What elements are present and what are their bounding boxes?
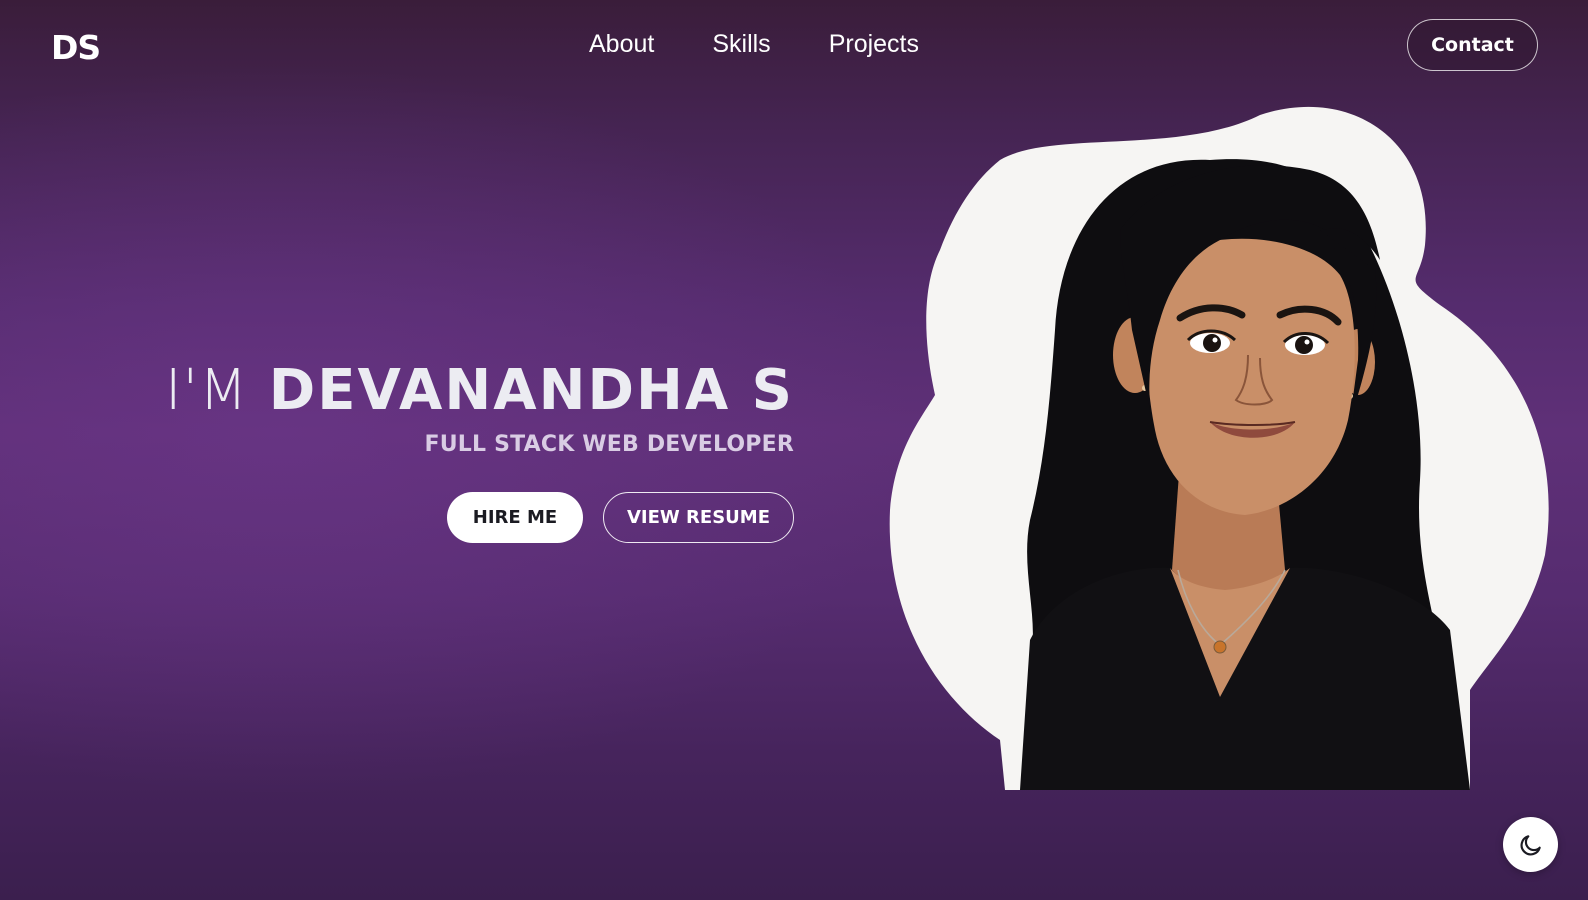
nav-link-projects[interactable]: Projects (829, 30, 919, 59)
view-resume-button[interactable]: VIEW RESUME (603, 492, 794, 543)
moon-icon (1520, 834, 1541, 855)
hero-actions: HIRE ME VIEW RESUME (447, 492, 794, 543)
hero-role: FULL STACK WEB DEVELOPER (424, 432, 794, 457)
site-logo[interactable]: DS (51, 28, 101, 67)
main-nav: About Skills Projects (589, 30, 919, 59)
avatar-illustration (889, 106, 1549, 791)
nav-link-about[interactable]: About (589, 30, 654, 59)
nav-link-skills[interactable]: Skills (712, 30, 770, 59)
contact-button[interactable]: Contact (1407, 19, 1538, 71)
hero-prefix: I'M (165, 358, 249, 423)
hero-name: DEVANANDHA S (268, 358, 794, 423)
theme-toggle-button[interactable] (1503, 817, 1558, 872)
hire-me-button[interactable]: HIRE ME (447, 492, 583, 543)
hero-title: I'M DEVANANDHA S (150, 358, 794, 424)
hero-section: I'M DEVANANDHA S FULL STACK WEB DEVELOPE… (150, 358, 794, 457)
